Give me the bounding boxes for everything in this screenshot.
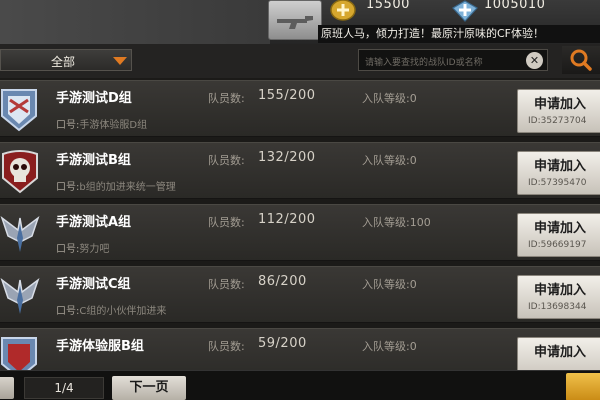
apply-join-button[interactable]: 申请加入 ID:57395470: [517, 151, 600, 195]
team-name: 手游体验服B组: [56, 339, 144, 354]
team-row[interactable]: 手游测试A组 口号:努力吧 队员数: 112/200 入队等级:100 申请加入…: [0, 204, 600, 261]
join-level: 入队等级:0: [362, 340, 417, 353]
team-row[interactable]: 手游体验服B组 队员数: 59/200 入队等级:0 申请加入: [0, 328, 600, 370]
chevron-down-icon: [113, 57, 127, 65]
apply-label: 申请加入: [534, 97, 587, 112]
cp-diamond-icon[interactable]: [450, 0, 480, 22]
clear-icon[interactable]: ✕: [526, 52, 543, 69]
filter-row: 全部 请输入要查找的战队ID或名称 ✕: [0, 44, 600, 78]
team-row[interactable]: 手游测试D组 口号:手游体验服D组 队员数: 155/200 入队等级:0 申请…: [0, 80, 600, 137]
shield-flag-emblem-icon: [1, 89, 37, 132]
shield-flag-emblem-icon: [1, 337, 37, 370]
next-page-button[interactable]: 下一页: [112, 376, 186, 400]
team-name: 手游测试A组: [56, 215, 132, 230]
team-motto: 口号:努力吧: [56, 244, 110, 255]
members-label: 队员数:: [208, 340, 245, 353]
apply-join-button[interactable]: 申请加入 ID:13698344: [517, 275, 600, 319]
team-motto: 口号:手游体验服D组: [56, 120, 148, 131]
team-search-input[interactable]: 请输入要查找的战队ID或名称 ✕: [358, 49, 548, 71]
search-button[interactable]: [562, 46, 600, 74]
pagination-bar: 1/4 下一页: [0, 370, 600, 400]
create-team-button[interactable]: [566, 373, 600, 400]
dropdown-label: 全部: [51, 55, 76, 69]
team-name: 手游测试D组: [56, 91, 132, 106]
cp-value: 1005010: [484, 0, 546, 12]
apply-join-button[interactable]: 申请加入 ID:35273704: [517, 89, 600, 133]
wings-blade-emblem-icon: [0, 215, 40, 252]
team-id: ID:59669197: [528, 240, 587, 250]
top-bar-backdrop: [0, 0, 270, 44]
team-list: 手游测试D组 口号:手游体验服D组 队员数: 155/200 入队等级:0 申请…: [0, 80, 600, 370]
team-id: ID:13698344: [528, 302, 587, 312]
team-motto: 口号:b组的加进来统一管理: [56, 182, 176, 193]
rifle-icon: [277, 16, 313, 29]
join-level: 入队等级:0: [362, 92, 417, 105]
announcement-ticker: 原班人马，倾力打造！最原汁原味的CF体验！: [318, 25, 600, 43]
apply-label: 申请加入: [534, 345, 587, 360]
team-id: ID:35273704: [528, 116, 587, 126]
apply-join-button[interactable]: 申请加入: [517, 337, 600, 370]
join-level: 入队等级:0: [362, 278, 417, 291]
apply-label: 申请加入: [534, 221, 587, 236]
wings-blade-emblem-icon: [0, 277, 40, 314]
weapon-slot[interactable]: [268, 0, 322, 40]
team-name: 手游测试B组: [56, 153, 131, 168]
gp-value: 15500: [366, 0, 410, 12]
members-label: 队员数:: [208, 154, 245, 167]
members-count: 112/200: [258, 212, 316, 227]
skull-emblem-icon: [2, 150, 38, 194]
join-level: 入队等级:100: [362, 216, 431, 229]
gp-coin-icon[interactable]: [328, 0, 358, 22]
apply-label: 申请加入: [534, 159, 587, 174]
members-count: 132/200: [258, 150, 316, 165]
apply-label: 申请加入: [534, 283, 587, 298]
members-count: 59/200: [258, 336, 307, 351]
search-icon: [570, 49, 592, 71]
team-row[interactable]: 手游测试B组 口号:b组的加进来统一管理 队员数: 132/200 入队等级:0…: [0, 142, 600, 199]
members-count: 86/200: [258, 274, 307, 289]
page-indicator: 1/4: [24, 377, 104, 399]
team-row[interactable]: 手游测试C组 口号:C组的小伙伴加进来 队员数: 86/200 入队等级:0 申…: [0, 266, 600, 323]
members-label: 队员数:: [208, 216, 245, 229]
members-label: 队员数:: [208, 92, 245, 105]
prev-page-button[interactable]: [0, 377, 14, 399]
join-level: 入队等级:0: [362, 154, 417, 167]
team-id: ID:57395470: [528, 178, 587, 188]
search-placeholder: 请输入要查找的战队ID或名称: [365, 58, 483, 68]
apply-join-button[interactable]: 申请加入 ID:59669197: [517, 213, 600, 257]
team-motto: 口号:C组的小伙伴加进来: [56, 306, 167, 317]
members-label: 队员数:: [208, 278, 245, 291]
top-bar: 15500 1005010 原班人马，倾力打造！最原汁原味的CF体验！: [0, 0, 600, 44]
team-filter-dropdown[interactable]: 全部: [0, 49, 132, 71]
members-count: 155/200: [258, 88, 316, 103]
team-name: 手游测试C组: [56, 277, 131, 292]
